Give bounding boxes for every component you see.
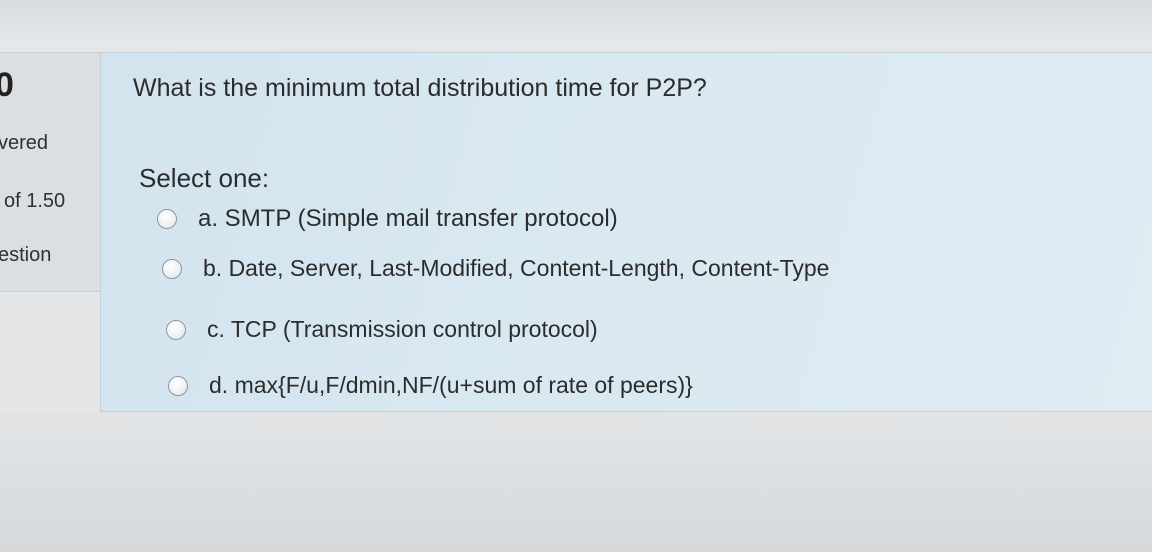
- answer-option-b[interactable]: b. Date, Server, Last-Modified, Content-…: [162, 255, 829, 282]
- radio-button-icon[interactable]: [166, 319, 186, 340]
- answer-option-label: a. SMTP (Simple mail transfer protocol): [198, 205, 618, 232]
- top-bar: [0, 0, 1152, 44]
- question-mark: of 1.50: [4, 190, 66, 212]
- answer-option-label: b. Date, Server, Last-Modified, Content-…: [203, 255, 830, 281]
- page-background: [0, 412, 1152, 552]
- answer-option-d[interactable]: d. max{F/u,F/dmin,NF/(u+sum of rate of p…: [168, 372, 693, 399]
- answer-option-label: c. TCP (Transmission control protocol): [207, 316, 598, 342]
- select-one-prompt: Select one:: [139, 163, 270, 193]
- question-status: vered: [0, 132, 49, 154]
- question-number: 0: [0, 66, 14, 104]
- radio-button-icon[interactable]: [168, 375, 188, 396]
- radio-button-icon[interactable]: [157, 209, 177, 229]
- radio-button-icon[interactable]: [162, 258, 182, 279]
- answer-option-c[interactable]: c. TCP (Transmission control protocol): [166, 316, 598, 343]
- answer-option-a[interactable]: a. SMTP (Simple mail transfer protocol): [157, 205, 618, 233]
- answer-option-label: d. max{F/u,F/dmin,NF/(u+sum of rate of p…: [209, 372, 693, 398]
- question-text: What is the minimum total distribution t…: [133, 74, 707, 102]
- flag-question-link[interactable]: estion: [0, 244, 51, 267]
